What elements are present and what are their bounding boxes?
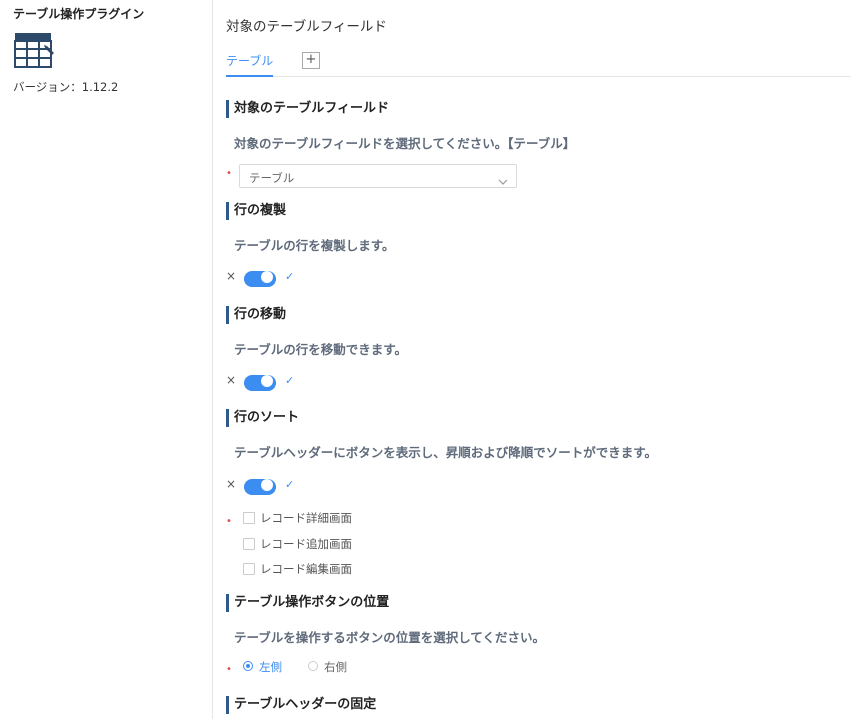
sort-toggle[interactable]: × ✓ (226, 477, 306, 497)
section-title-sort: 行のソート (226, 409, 299, 427)
settings-panel: 対象のテーブルフィールド テーブル + 対象のテーブルフィールド 対象のテーブル… (226, 0, 851, 719)
section-desc-button-position: テーブルを操作するボタンの位置を選択してください。 (234, 630, 546, 645)
checkbox[interactable] (243, 563, 255, 575)
move-toggle[interactable]: × ✓ (226, 373, 306, 393)
table-edit-icon (14, 32, 56, 72)
section-desc-sort: テーブルヘッダーにボタンを表示し、昇順および降順でソートができます。 (234, 445, 658, 460)
checkbox-label: レコード編集画面 (260, 562, 352, 576)
check-icon: ✓ (285, 270, 295, 283)
radio-label: 右側 (324, 660, 347, 674)
checkbox-label: レコード追加画面 (260, 537, 352, 551)
radio-unselected-icon[interactable] (308, 661, 318, 671)
section-desc-target: 対象のテーブルフィールドを選択してください。【テーブル】 (234, 136, 576, 151)
radio-label: 左側 (259, 660, 282, 674)
required-mark: • (226, 168, 232, 179)
section-title-move: 行の移動 (226, 306, 286, 324)
section-title-button-position: テーブル操作ボタンの位置 (226, 594, 389, 612)
plugin-title: テーブル操作プラグイン (13, 7, 145, 21)
check-icon: ✓ (285, 478, 295, 491)
add-tab-button[interactable]: + (302, 52, 320, 69)
section-desc-copy: テーブルの行を複製します。 (234, 238, 395, 253)
table-field-select[interactable]: テーブル (239, 164, 517, 188)
check-icon: ✓ (285, 374, 295, 387)
off-icon: × (226, 269, 237, 283)
checkbox[interactable] (243, 512, 255, 524)
checkbox-label: レコード詳細画面 (260, 511, 352, 525)
toggle-knob (261, 375, 273, 387)
select-value: テーブル (249, 171, 295, 185)
radio-selected-icon[interactable] (243, 661, 253, 671)
off-icon: × (226, 477, 237, 491)
chevron-down-icon (498, 171, 508, 190)
toggle-knob (261, 479, 273, 491)
section-desc-move: テーブルの行を移動できます。 (234, 342, 408, 357)
sidebar: テーブル操作プラグイン バージョン：1.12.2 (0, 0, 213, 719)
version-label: バージョン：1.12.2 (13, 80, 119, 94)
section-title-header-fix: テーブルヘッダーの固定 (226, 696, 376, 714)
toggle-knob (261, 271, 273, 283)
page-title: 対象のテーブルフィールド (226, 19, 387, 35)
tab-bar: テーブル + (226, 52, 851, 77)
off-icon: × (226, 373, 237, 387)
section-title-target: 対象のテーブルフィールド (226, 100, 389, 118)
required-mark: • (226, 516, 232, 527)
required-mark: • (226, 664, 232, 675)
checkbox[interactable] (243, 538, 255, 550)
section-title-copy: 行の複製 (226, 202, 286, 220)
copy-toggle[interactable]: × ✓ (226, 269, 306, 289)
tab-table[interactable]: テーブル (226, 52, 274, 77)
